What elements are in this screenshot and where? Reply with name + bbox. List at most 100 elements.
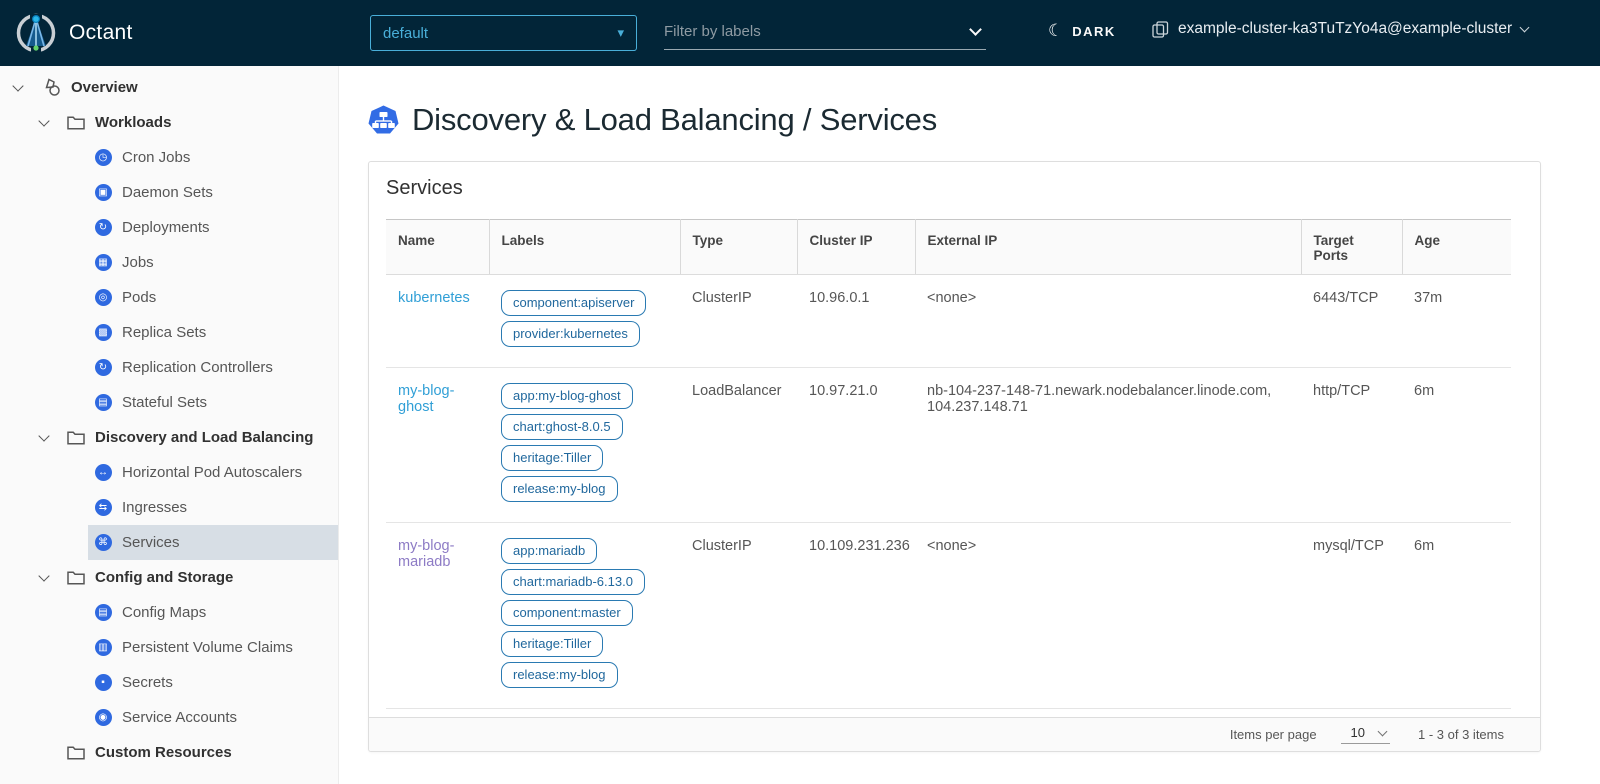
column-header-target-ports: Target Ports xyxy=(1301,220,1402,275)
service-name-link[interactable]: my-blog-mariadb xyxy=(398,538,454,570)
sidebar-item-discovery-and-load-balancing[interactable]: Discovery and Load Balancing xyxy=(0,420,338,455)
column-header-cluster-ip: Cluster IP xyxy=(797,220,915,275)
sidebar-item-horizontal-pod-autoscalers[interactable]: ↔ Horizontal Pod Autoscalers xyxy=(88,455,338,490)
sidebar-item-ingresses[interactable]: ⇆ Ingresses xyxy=(88,490,338,525)
card-title: Services xyxy=(386,177,1523,200)
sidebar-item-custom-resources[interactable]: Custom Resources xyxy=(0,735,338,770)
chevron-down-icon[interactable] xyxy=(36,436,52,440)
chevron-down-icon[interactable] xyxy=(36,576,52,580)
label-pill[interactable]: chart:mariadb-6.13.0 xyxy=(501,569,645,595)
cron-jobs-icon: ◷ xyxy=(93,148,113,168)
horizontal-pod-autoscalers-icon: ↔ xyxy=(93,463,113,483)
folder-icon xyxy=(66,743,86,763)
label-pill[interactable]: heritage:Tiller xyxy=(501,445,603,471)
sidebar-item-persistent-volume-claims[interactable]: ▥ Persistent Volume Claims xyxy=(88,630,338,665)
chevron-down-icon[interactable] xyxy=(36,121,52,125)
services-table: NameLabelsTypeCluster IPExternal IPTarge… xyxy=(386,219,1511,709)
items-per-page-select[interactable]: 10 xyxy=(1341,725,1390,744)
label-pill[interactable]: release:my-blog xyxy=(501,476,618,502)
label-pill-row: heritage:Tiller xyxy=(501,445,668,471)
label-pill-row: chart:ghost-8.0.5 xyxy=(501,414,668,440)
sidebar-item-replication-controllers[interactable]: ↻ Replication Controllers xyxy=(88,350,338,385)
sidebar-item-label: Ingresses xyxy=(122,499,187,516)
sidebar-item-label: Config Maps xyxy=(122,604,206,621)
namespace-dropdown[interactable]: default ▾ xyxy=(370,15,637,51)
table-pagination: Items per page 10 1 - 3 of 3 items xyxy=(369,717,1540,751)
label-pill[interactable]: component:apiserver xyxy=(501,290,646,316)
chevron-down-icon[interactable] xyxy=(10,86,26,90)
age-cell: 6m xyxy=(1402,523,1511,709)
target-ports-cell: 6443/TCP xyxy=(1301,275,1402,368)
items-per-page-label: Items per page xyxy=(1230,727,1317,742)
sidebar-item-daemon-sets[interactable]: ▣ Daemon Sets xyxy=(88,175,338,210)
sidebar-item-config-maps[interactable]: ▤ Config Maps xyxy=(88,595,338,630)
services-heptagon-icon xyxy=(368,105,399,135)
type-cell: LoadBalancer xyxy=(680,368,797,523)
caret-down-icon: ▾ xyxy=(617,25,624,41)
label-pill-row: heritage:Tiller xyxy=(501,631,668,657)
sidebar-item-label: Discovery and Load Balancing xyxy=(95,429,313,446)
service-name-link[interactable]: kubernetes xyxy=(398,290,470,306)
sidebar-item-label: Persistent Volume Claims xyxy=(122,639,293,656)
sidebar-item-label: Replication Controllers xyxy=(122,359,273,376)
table-row: my-blog-mariadb app:mariadb chart:mariadb… xyxy=(386,523,1511,709)
sidebar-item-label: Stateful Sets xyxy=(122,394,207,411)
replica-sets-icon: ▩ xyxy=(93,323,113,343)
sidebar-item-label: Config and Storage xyxy=(95,569,233,586)
label-pill[interactable]: app:my-blog-ghost xyxy=(501,383,633,409)
type-cell: ClusterIP xyxy=(680,275,797,368)
label-pill[interactable]: app:mariadb xyxy=(501,538,597,564)
label-pill-row: app:mariadb xyxy=(501,538,668,564)
sidebar-item-workloads[interactable]: Workloads xyxy=(0,105,338,140)
sidebar-item-services[interactable]: ⌘ Services xyxy=(88,525,338,560)
sidebar-item-cron-jobs[interactable]: ◷ Cron Jobs xyxy=(88,140,338,175)
label-pill[interactable]: component:master xyxy=(501,600,633,626)
sidebar-item-secrets[interactable]: ▪ Secrets xyxy=(88,665,338,700)
external-ip-cell: <none> xyxy=(915,523,1301,709)
service-name-link[interactable]: my-blog-ghost xyxy=(398,383,454,415)
sidebar-item-label: Services xyxy=(122,534,180,551)
cluster-context-label: example-cluster-ka3TuTzYo4a@example-clus… xyxy=(1178,20,1512,38)
sidebar-item-overview[interactable]: Overview xyxy=(0,70,338,105)
theme-toggle[interactable]: ☾ DARK xyxy=(1048,21,1116,41)
label-filter-input[interactable] xyxy=(664,23,965,40)
pods-icon: ◎ xyxy=(93,288,113,308)
app-title: Octant xyxy=(69,21,133,45)
cluster-context-selector[interactable]: example-cluster-ka3TuTzYo4a@example-clus… xyxy=(1152,20,1528,38)
age-cell: 37m xyxy=(1402,275,1511,368)
label-pill-row: component:apiserver xyxy=(501,290,668,316)
sidebar-item-label: Pods xyxy=(122,289,156,306)
label-filter xyxy=(664,14,986,50)
items-per-page-value: 10 xyxy=(1351,725,1365,740)
jobs-icon: ▦ xyxy=(93,253,113,273)
folder-icon xyxy=(66,568,86,588)
labels-cell: component:apiserver provider:kubernetes xyxy=(489,275,680,368)
cluster-ip-cell: 10.109.231.236 xyxy=(797,523,915,709)
target-ports-cell: mysql/TCP xyxy=(1301,523,1402,709)
type-cell: ClusterIP xyxy=(680,523,797,709)
column-header-labels: Labels xyxy=(489,220,680,275)
app-header: Octant default ▾ ☾ DARK example-cluster-… xyxy=(0,0,1600,66)
services-card: Services NameLabelsTypeCluster IPExterna… xyxy=(368,161,1541,752)
label-pill-row: app:my-blog-ghost xyxy=(501,383,668,409)
label-pill-row: release:my-blog xyxy=(501,476,668,502)
label-pill-row: provider:kubernetes xyxy=(501,321,668,347)
label-pill[interactable]: provider:kubernetes xyxy=(501,321,640,347)
sidebar-item-stateful-sets[interactable]: ▤ Stateful Sets xyxy=(88,385,338,420)
secrets-icon: ▪ xyxy=(93,673,113,693)
sidebar-item-label: Cron Jobs xyxy=(122,149,190,166)
sidebar-item-replica-sets[interactable]: ▩ Replica Sets xyxy=(88,315,338,350)
sidebar-item-deployments[interactable]: ↻ Deployments xyxy=(88,210,338,245)
sidebar-item-pods[interactable]: ◎ Pods xyxy=(88,280,338,315)
sidebar-item-config-and-storage[interactable]: Config and Storage xyxy=(0,560,338,595)
sidebar-item-jobs[interactable]: ▦ Jobs xyxy=(88,245,338,280)
chevron-down-icon[interactable] xyxy=(969,23,982,36)
sidebar-item-label: Service Accounts xyxy=(122,709,237,726)
label-pill[interactable]: release:my-blog xyxy=(501,662,618,688)
label-pill[interactable]: heritage:Tiller xyxy=(501,631,603,657)
theme-toggle-label: DARK xyxy=(1072,24,1116,39)
label-pill[interactable]: chart:ghost-8.0.5 xyxy=(501,414,623,440)
sidebar-item-service-accounts[interactable]: ◉ Service Accounts xyxy=(88,700,338,735)
column-header-external-ip: External IP xyxy=(915,220,1301,275)
pagination-range: 1 - 3 of 3 items xyxy=(1418,727,1504,742)
